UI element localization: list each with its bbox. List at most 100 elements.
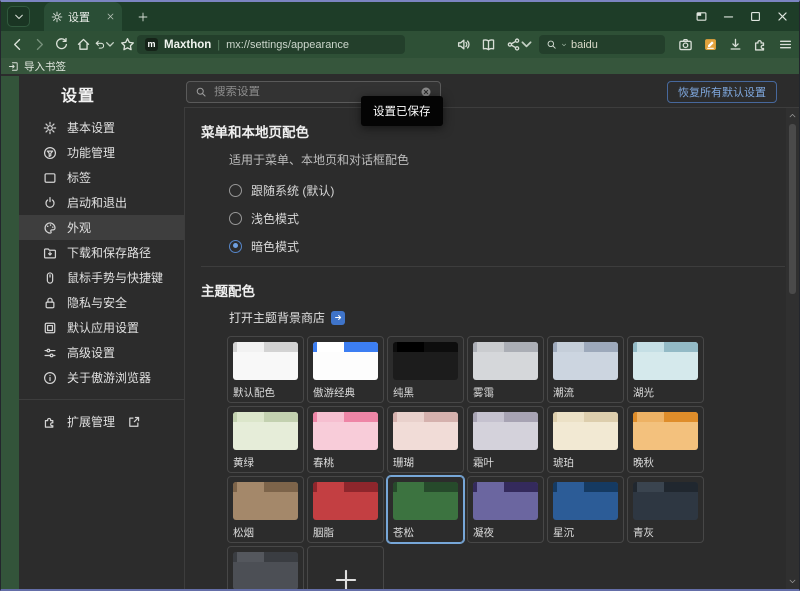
note-button[interactable] <box>700 35 720 55</box>
close-button[interactable] <box>771 6 793 28</box>
sliders-button[interactable]: 高级设置 <box>19 340 184 365</box>
theme-tile[interactable]: 晚秋 <box>627 406 704 473</box>
swatch-tab <box>557 342 584 352</box>
sidebar-divider <box>19 399 184 400</box>
features-icon <box>43 146 57 160</box>
menu-button[interactable] <box>775 35 795 55</box>
back-button[interactable] <box>6 34 28 56</box>
theme-tile[interactable]: 春桃 <box>307 406 384 473</box>
read-aloud-button[interactable] <box>453 34 474 56</box>
reader-button[interactable] <box>478 34 499 56</box>
lock-button[interactable]: 隐私与安全 <box>19 290 184 315</box>
home-button[interactable] <box>72 34 94 56</box>
tab-list-button[interactable] <box>7 6 30 27</box>
theme-tile[interactable]: 霜叶 <box>467 406 544 473</box>
theme-tile[interactable]: 松烟 <box>227 476 304 543</box>
theme-tile[interactable]: 湖光 <box>627 336 704 403</box>
tab-button[interactable]: 标签 <box>19 165 184 190</box>
scrollbar[interactable] <box>786 108 799 589</box>
tab-settings[interactable]: 设置 <box>44 2 122 31</box>
address-bar[interactable]: m Maxthon | mx://settings/appearance <box>137 35 405 54</box>
theme-tile[interactable]: 雾霭 <box>467 336 544 403</box>
scroll-up-icon[interactable] <box>788 111 797 120</box>
theme-swatch <box>233 342 298 380</box>
theme-tile[interactable] <box>307 546 384 589</box>
refresh-button[interactable] <box>50 34 72 56</box>
swatch-tab <box>237 482 264 492</box>
theme-store-link[interactable]: 打开主题背景商店 <box>229 309 799 326</box>
tab-close-icon[interactable] <box>106 12 115 21</box>
scroll-down-icon[interactable] <box>788 577 797 586</box>
back-icon <box>10 37 25 52</box>
theme-tile[interactable]: 黄绿 <box>227 406 304 473</box>
sidebar-item-label: 启动和退出 <box>67 194 127 211</box>
radio-label: 跟随系统 (默认) <box>251 182 334 199</box>
maximize-button[interactable] <box>744 6 766 28</box>
title-bar: 设置 <box>1 2 799 31</box>
puzzle-button[interactable] <box>750 35 770 55</box>
power-button[interactable]: 启动和退出 <box>19 190 184 215</box>
sidebar-item-extensions[interactable]: 扩展管理 <box>19 409 184 434</box>
theme-swatch <box>553 342 618 380</box>
theme-swatch <box>633 482 698 520</box>
app-button[interactable]: 默认应用设置 <box>19 315 184 340</box>
radio-option[interactable]: 浅色模式 <box>229 204 799 232</box>
camera-button[interactable] <box>675 35 695 55</box>
download-button[interactable] <box>725 35 745 55</box>
download-folder-button[interactable]: 下载和保存路径 <box>19 240 184 265</box>
lock-icon <box>43 296 57 310</box>
mouse-button[interactable]: 鼠标手势与快捷键 <box>19 265 184 290</box>
theme-tile[interactable]: 琥珀 <box>547 406 624 473</box>
info-button[interactable]: 关于傲游浏览器 <box>19 365 184 390</box>
theme-swatch <box>553 482 618 520</box>
radio-option[interactable]: 暗色模式 <box>229 232 799 260</box>
theme-tile[interactable]: 潮流 <box>547 336 624 403</box>
forward-button[interactable] <box>28 34 50 56</box>
theme-tile[interactable]: 傲游经典 <box>307 336 384 403</box>
theme-swatch <box>233 552 298 589</box>
gear-button[interactable] <box>3 156 17 170</box>
swatch-tab <box>397 412 424 422</box>
theme-tile[interactable]: 苍松 <box>387 476 464 543</box>
layout-button[interactable] <box>690 6 712 28</box>
import-bookmark-icon <box>8 61 19 72</box>
minimize-button[interactable] <box>717 6 739 28</box>
sidebar-item-label: 下载和保存路径 <box>67 244 151 261</box>
share-button[interactable] <box>503 34 537 56</box>
star-button[interactable] <box>116 34 138 56</box>
swatch-tab <box>477 412 504 422</box>
scroll-thumb[interactable] <box>789 124 796 294</box>
radio-option[interactable]: 跟随系统 (默认) <box>229 176 799 204</box>
tab-icon <box>43 171 57 185</box>
theme-tile[interactable]: 星沉 <box>547 476 624 543</box>
theme-tile[interactable]: 暗夜 <box>227 546 304 589</box>
caret-down-icon <box>519 37 534 52</box>
theme-label: 傲游经典 <box>313 385 378 400</box>
features-button[interactable]: 功能管理 <box>19 140 184 165</box>
quick-search-box[interactable]: baidu <box>539 35 665 54</box>
swatch-tab <box>237 342 264 352</box>
side-strip <box>1 76 19 589</box>
restore-defaults-button[interactable]: 恢复所有默认设置 <box>667 81 777 103</box>
theme-swatch <box>313 482 378 520</box>
theme-tile[interactable]: 凝夜 <box>467 476 544 543</box>
palette-button[interactable]: 外观 <box>19 215 184 240</box>
import-bookmarks-item[interactable]: 导入书签 <box>24 59 66 74</box>
undo-button[interactable] <box>94 34 116 56</box>
theme-swatch <box>313 342 378 380</box>
page-title: 设置 <box>61 82 95 106</box>
swatch-tab <box>477 342 504 352</box>
new-tab-button[interactable] <box>133 7 153 27</box>
theme-tile[interactable]: 默认配色 <box>227 336 304 403</box>
plus-icon <box>137 11 149 23</box>
theme-label: 霜叶 <box>473 455 538 470</box>
swatch-tab <box>317 482 344 492</box>
panda-button[interactable] <box>3 121 17 135</box>
theme-tile[interactable]: 纯黑 <box>387 336 464 403</box>
theme-tile[interactable]: 珊瑚 <box>387 406 464 473</box>
theme-tile[interactable]: 胭脂 <box>307 476 384 543</box>
section-title-theme: 主题配色 <box>201 280 799 300</box>
star-button[interactable] <box>3 86 17 100</box>
theme-tile[interactable]: 青灰 <box>627 476 704 543</box>
gear-button[interactable]: 基本设置 <box>19 115 184 140</box>
